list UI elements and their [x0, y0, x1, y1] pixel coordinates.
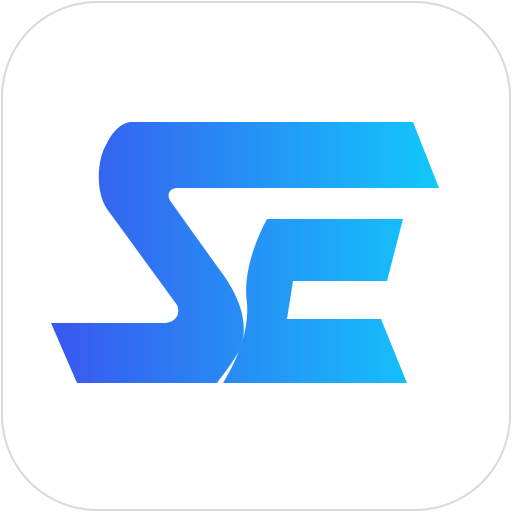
app-icon[interactable] [1, 1, 511, 511]
e-letterform [223, 219, 407, 383]
icon-canvas [0, 0, 512, 512]
se-monogram-icon [51, 122, 439, 383]
